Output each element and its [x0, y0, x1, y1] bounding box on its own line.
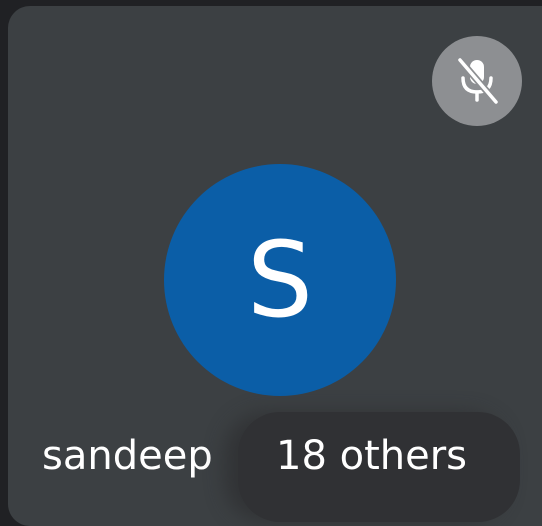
mic-off-glyph: [456, 56, 500, 106]
mic-off-icon: [432, 36, 522, 126]
avatar: S: [164, 164, 396, 396]
others-count-label: 18 others: [276, 433, 468, 479]
participant-name: sandeep: [42, 433, 213, 479]
